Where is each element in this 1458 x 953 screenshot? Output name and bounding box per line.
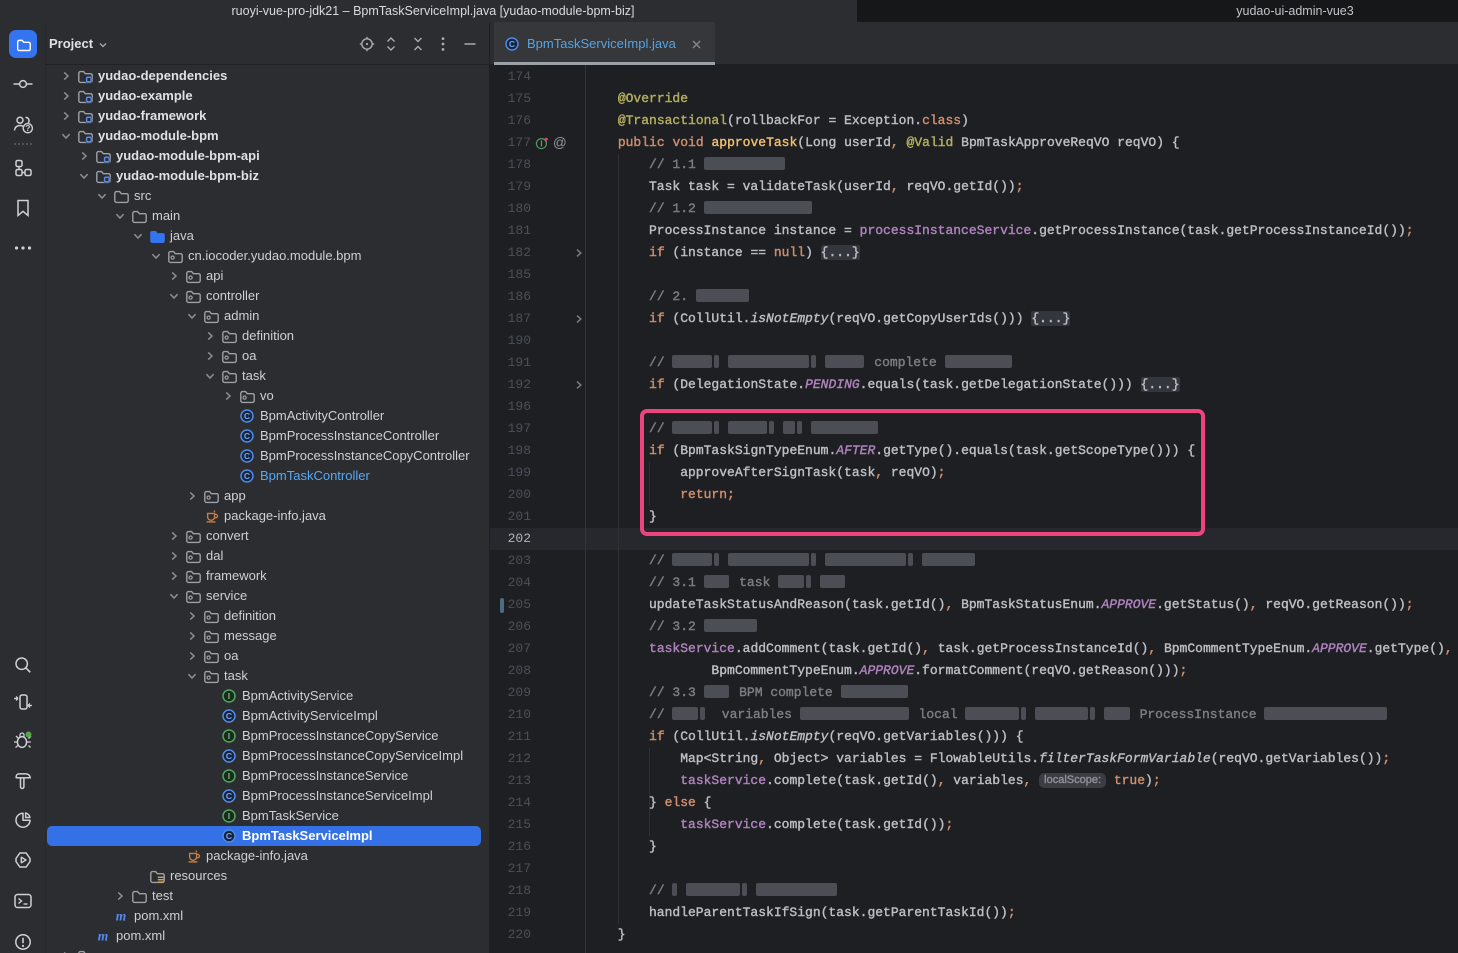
svg-text:I: I bbox=[228, 771, 230, 781]
svg-text:C: C bbox=[226, 751, 232, 761]
svg-text:I: I bbox=[540, 140, 542, 149]
svg-text:C: C bbox=[226, 711, 232, 721]
svg-text:I: I bbox=[228, 731, 230, 741]
svg-text:C: C bbox=[244, 471, 250, 481]
svg-text:m: m bbox=[116, 908, 127, 923]
svg-text:m: m bbox=[98, 928, 109, 943]
svg-text:I: I bbox=[228, 811, 230, 821]
svg-text:C: C bbox=[226, 791, 232, 801]
svg-text:C: C bbox=[226, 831, 232, 841]
svg-text:C: C bbox=[244, 411, 250, 421]
svg-text:I: I bbox=[228, 691, 230, 701]
svg-text:C: C bbox=[244, 431, 250, 441]
svg-text:C: C bbox=[244, 451, 250, 461]
svg-text:?: ? bbox=[25, 123, 30, 133]
svg-text:C: C bbox=[509, 39, 515, 49]
